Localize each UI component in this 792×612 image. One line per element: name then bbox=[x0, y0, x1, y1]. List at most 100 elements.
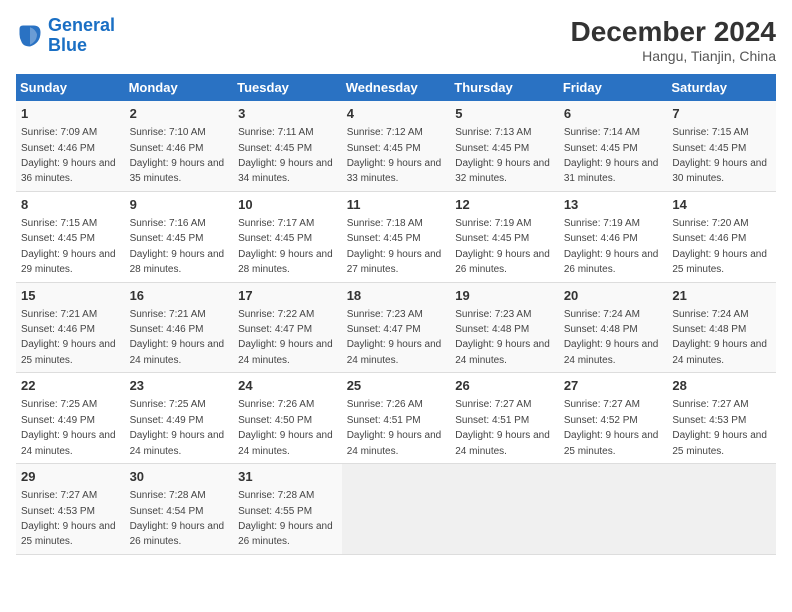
table-row: 13 Sunrise: 7:19 AMSunset: 4:46 PMDaylig… bbox=[559, 191, 668, 282]
table-row: 8 Sunrise: 7:15 AMSunset: 4:45 PMDayligh… bbox=[16, 191, 125, 282]
day-info: Sunrise: 7:13 AMSunset: 4:45 PMDaylight:… bbox=[455, 127, 550, 184]
table-row: 16 Sunrise: 7:21 AMSunset: 4:46 PMDaylig… bbox=[125, 282, 234, 373]
table-row: 17 Sunrise: 7:22 AMSunset: 4:47 PMDaylig… bbox=[233, 282, 342, 373]
calendar-row: 8 Sunrise: 7:15 AMSunset: 4:45 PMDayligh… bbox=[16, 191, 776, 282]
table-row: 4 Sunrise: 7:12 AMSunset: 4:45 PMDayligh… bbox=[342, 101, 451, 191]
day-number: 29 bbox=[21, 468, 120, 486]
day-number: 24 bbox=[238, 377, 337, 395]
day-number: 13 bbox=[564, 196, 663, 214]
day-number: 30 bbox=[130, 468, 229, 486]
page-header: General Blue December 2024 Hangu, Tianji… bbox=[16, 16, 776, 64]
table-row bbox=[667, 464, 776, 555]
col-friday: Friday bbox=[559, 74, 668, 101]
day-number: 19 bbox=[455, 287, 554, 305]
day-number: 25 bbox=[347, 377, 446, 395]
calendar-table: Sunday Monday Tuesday Wednesday Thursday… bbox=[16, 74, 776, 555]
table-row: 21 Sunrise: 7:24 AMSunset: 4:48 PMDaylig… bbox=[667, 282, 776, 373]
day-number: 17 bbox=[238, 287, 337, 305]
day-number: 26 bbox=[455, 377, 554, 395]
day-info: Sunrise: 7:27 AMSunset: 4:53 PMDaylight:… bbox=[672, 399, 767, 456]
logo-text: General Blue bbox=[48, 16, 115, 56]
table-row: 18 Sunrise: 7:23 AMSunset: 4:47 PMDaylig… bbox=[342, 282, 451, 373]
day-number: 3 bbox=[238, 105, 337, 123]
calendar-row: 29 Sunrise: 7:27 AMSunset: 4:53 PMDaylig… bbox=[16, 464, 776, 555]
table-row: 10 Sunrise: 7:17 AMSunset: 4:45 PMDaylig… bbox=[233, 191, 342, 282]
table-row: 28 Sunrise: 7:27 AMSunset: 4:53 PMDaylig… bbox=[667, 373, 776, 464]
day-info: Sunrise: 7:23 AMSunset: 4:48 PMDaylight:… bbox=[455, 309, 550, 366]
day-number: 16 bbox=[130, 287, 229, 305]
day-number: 2 bbox=[130, 105, 229, 123]
table-row: 22 Sunrise: 7:25 AMSunset: 4:49 PMDaylig… bbox=[16, 373, 125, 464]
calendar-row: 15 Sunrise: 7:21 AMSunset: 4:46 PMDaylig… bbox=[16, 282, 776, 373]
day-info: Sunrise: 7:15 AMSunset: 4:45 PMDaylight:… bbox=[21, 218, 116, 275]
day-info: Sunrise: 7:19 AMSunset: 4:46 PMDaylight:… bbox=[564, 218, 659, 275]
day-info: Sunrise: 7:24 AMSunset: 4:48 PMDaylight:… bbox=[672, 309, 767, 366]
calendar-body: 1 Sunrise: 7:09 AMSunset: 4:46 PMDayligh… bbox=[16, 101, 776, 554]
table-row: 11 Sunrise: 7:18 AMSunset: 4:45 PMDaylig… bbox=[342, 191, 451, 282]
day-number: 1 bbox=[21, 105, 120, 123]
day-number: 12 bbox=[455, 196, 554, 214]
table-row: 30 Sunrise: 7:28 AMSunset: 4:54 PMDaylig… bbox=[125, 464, 234, 555]
day-number: 22 bbox=[21, 377, 120, 395]
day-info: Sunrise: 7:17 AMSunset: 4:45 PMDaylight:… bbox=[238, 218, 333, 275]
day-number: 7 bbox=[672, 105, 771, 123]
day-number: 10 bbox=[238, 196, 337, 214]
col-saturday: Saturday bbox=[667, 74, 776, 101]
day-info: Sunrise: 7:10 AMSunset: 4:46 PMDaylight:… bbox=[130, 127, 225, 184]
day-number: 28 bbox=[672, 377, 771, 395]
table-row bbox=[559, 464, 668, 555]
table-row: 3 Sunrise: 7:11 AMSunset: 4:45 PMDayligh… bbox=[233, 101, 342, 191]
col-thursday: Thursday bbox=[450, 74, 559, 101]
table-row: 14 Sunrise: 7:20 AMSunset: 4:46 PMDaylig… bbox=[667, 191, 776, 282]
day-info: Sunrise: 7:27 AMSunset: 4:51 PMDaylight:… bbox=[455, 399, 550, 456]
day-info: Sunrise: 7:27 AMSunset: 4:52 PMDaylight:… bbox=[564, 399, 659, 456]
day-info: Sunrise: 7:25 AMSunset: 4:49 PMDaylight:… bbox=[21, 399, 116, 456]
day-number: 14 bbox=[672, 196, 771, 214]
day-info: Sunrise: 7:11 AMSunset: 4:45 PMDaylight:… bbox=[238, 127, 333, 184]
day-info: Sunrise: 7:18 AMSunset: 4:45 PMDaylight:… bbox=[347, 218, 442, 275]
col-wednesday: Wednesday bbox=[342, 74, 451, 101]
title-block: December 2024 Hangu, Tianjin, China bbox=[571, 16, 776, 64]
table-row: 2 Sunrise: 7:10 AMSunset: 4:46 PMDayligh… bbox=[125, 101, 234, 191]
table-row: 31 Sunrise: 7:28 AMSunset: 4:55 PMDaylig… bbox=[233, 464, 342, 555]
logo: General Blue bbox=[16, 16, 115, 56]
calendar-row: 22 Sunrise: 7:25 AMSunset: 4:49 PMDaylig… bbox=[16, 373, 776, 464]
day-info: Sunrise: 7:09 AMSunset: 4:46 PMDaylight:… bbox=[21, 127, 116, 184]
day-number: 11 bbox=[347, 196, 446, 214]
day-number: 6 bbox=[564, 105, 663, 123]
day-info: Sunrise: 7:24 AMSunset: 4:48 PMDaylight:… bbox=[564, 309, 659, 366]
table-row bbox=[342, 464, 451, 555]
table-row: 1 Sunrise: 7:09 AMSunset: 4:46 PMDayligh… bbox=[16, 101, 125, 191]
col-monday: Monday bbox=[125, 74, 234, 101]
day-info: Sunrise: 7:21 AMSunset: 4:46 PMDaylight:… bbox=[130, 309, 225, 366]
table-row: 20 Sunrise: 7:24 AMSunset: 4:48 PMDaylig… bbox=[559, 282, 668, 373]
table-row: 29 Sunrise: 7:27 AMSunset: 4:53 PMDaylig… bbox=[16, 464, 125, 555]
day-number: 21 bbox=[672, 287, 771, 305]
day-number: 4 bbox=[347, 105, 446, 123]
col-tuesday: Tuesday bbox=[233, 74, 342, 101]
header-row: Sunday Monday Tuesday Wednesday Thursday… bbox=[16, 74, 776, 101]
day-info: Sunrise: 7:15 AMSunset: 4:45 PMDaylight:… bbox=[672, 127, 767, 184]
day-info: Sunrise: 7:20 AMSunset: 4:46 PMDaylight:… bbox=[672, 218, 767, 275]
main-title: December 2024 bbox=[571, 16, 776, 48]
day-info: Sunrise: 7:23 AMSunset: 4:47 PMDaylight:… bbox=[347, 309, 442, 366]
day-number: 27 bbox=[564, 377, 663, 395]
day-number: 9 bbox=[130, 196, 229, 214]
table-row: 7 Sunrise: 7:15 AMSunset: 4:45 PMDayligh… bbox=[667, 101, 776, 191]
table-row: 24 Sunrise: 7:26 AMSunset: 4:50 PMDaylig… bbox=[233, 373, 342, 464]
day-info: Sunrise: 7:16 AMSunset: 4:45 PMDaylight:… bbox=[130, 218, 225, 275]
day-info: Sunrise: 7:26 AMSunset: 4:50 PMDaylight:… bbox=[238, 399, 333, 456]
day-number: 23 bbox=[130, 377, 229, 395]
day-number: 5 bbox=[455, 105, 554, 123]
day-info: Sunrise: 7:28 AMSunset: 4:54 PMDaylight:… bbox=[130, 490, 225, 547]
table-row: 9 Sunrise: 7:16 AMSunset: 4:45 PMDayligh… bbox=[125, 191, 234, 282]
day-number: 18 bbox=[347, 287, 446, 305]
day-info: Sunrise: 7:28 AMSunset: 4:55 PMDaylight:… bbox=[238, 490, 333, 547]
logo-icon bbox=[16, 22, 44, 50]
day-info: Sunrise: 7:26 AMSunset: 4:51 PMDaylight:… bbox=[347, 399, 442, 456]
table-row: 25 Sunrise: 7:26 AMSunset: 4:51 PMDaylig… bbox=[342, 373, 451, 464]
table-row: 26 Sunrise: 7:27 AMSunset: 4:51 PMDaylig… bbox=[450, 373, 559, 464]
day-number: 31 bbox=[238, 468, 337, 486]
table-row: 12 Sunrise: 7:19 AMSunset: 4:45 PMDaylig… bbox=[450, 191, 559, 282]
calendar-row: 1 Sunrise: 7:09 AMSunset: 4:46 PMDayligh… bbox=[16, 101, 776, 191]
